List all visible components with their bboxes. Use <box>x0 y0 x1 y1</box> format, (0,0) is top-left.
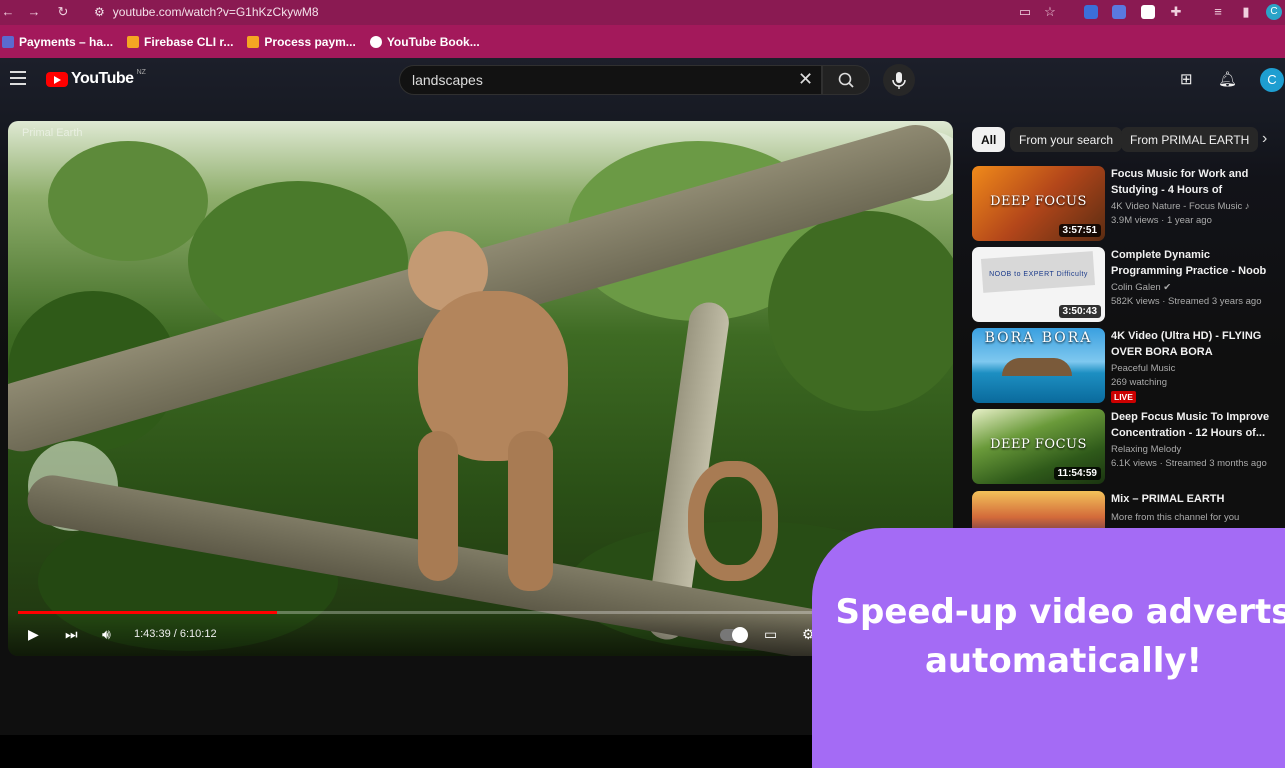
bookmark-label: Firebase CLI r... <box>144 34 234 49</box>
youtube-play-icon <box>46 71 68 87</box>
bookmark-item[interactable]: Payments – ha... <box>2 35 113 49</box>
firebase-icon <box>247 35 260 48</box>
bookmark-star-icon[interactable]: ☆ <box>1042 4 1058 20</box>
clear-search-icon[interactable]: ✕ <box>798 69 813 90</box>
channel-name[interactable]: 4K Video Nature - Focus Music ♪ <box>1111 201 1250 212</box>
video-meta: 3.9M views · 1 year ago <box>1111 215 1212 226</box>
promo-line: automatically! <box>924 641 1203 681</box>
chip-all[interactable]: All <box>972 127 1006 152</box>
account-avatar[interactable]: C <box>1260 68 1284 92</box>
thumbnail-text: DEEP FOCUS <box>990 437 1087 452</box>
voice-search-button[interactable] <box>883 64 915 96</box>
video-meta: 6.1K views · Streamed 3 months ago <box>1111 458 1267 469</box>
bookmark-item[interactable]: Firebase CLI r... <box>127 35 233 49</box>
address-bar[interactable]: ⚙ youtube.com/watch?v=G1hKzCkywM8 <box>82 2 1072 22</box>
reload-icon[interactable]: ↻ <box>55 4 71 20</box>
live-badge: LIVE <box>1111 391 1136 403</box>
side-panel-icon[interactable]: ▮ <box>1238 4 1254 20</box>
search-button[interactable] <box>822 65 870 95</box>
foliage-shape <box>768 211 953 411</box>
create-video-icon[interactable]: ⊞ <box>1180 70 1193 88</box>
chip-from-your-search[interactable]: From your search <box>1010 127 1123 152</box>
bookmark-label: Payments – ha... <box>19 34 114 49</box>
video-thumbnail[interactable]: BORA BORA <box>972 328 1105 403</box>
monkey-leg <box>508 431 553 591</box>
masthead: YouTube NZ landscapes ✕ ⊞ 🔔︎ C <box>0 58 1285 102</box>
extension-icon[interactable] <box>1141 5 1155 19</box>
channel-name[interactable]: Peaceful Music <box>1111 363 1175 374</box>
channel-name: More from this channel for you <box>1111 512 1240 523</box>
url-text: youtube.com/watch?v=G1hKzCkywM8 <box>112 5 319 19</box>
youtube-logo[interactable]: YouTube NZ <box>46 68 146 88</box>
site-settings-icon[interactable]: ⚙ <box>94 5 105 19</box>
foliage-shape <box>48 141 208 261</box>
thumbnail-text: DEEP FOCUS <box>990 194 1087 209</box>
bookmarks-bar: Payments – ha... Firebase CLI r... Proce… <box>0 25 1285 58</box>
bookmark-label: Process paym... <box>264 34 356 49</box>
logo-wordmark: YouTube <box>71 70 134 87</box>
channel-name[interactable]: Relaxing Melody <box>1111 444 1181 455</box>
video-title[interactable]: Complete Dynamic Programming Practice - … <box>1111 247 1276 279</box>
notifications-bell-icon[interactable]: 🔔︎ <box>1218 70 1237 88</box>
extensions-puzzle-icon[interactable]: ✚ <box>1168 4 1184 20</box>
monkey-leg <box>418 431 458 581</box>
microphone-icon <box>892 72 906 89</box>
chip-from-primal-earth[interactable]: From PRIMAL EARTH <box>1121 127 1259 152</box>
forward-icon[interactable]: → <box>26 4 42 19</box>
recommendation-item[interactable]: DEEP FOCUS 11:54:59 Deep Focus Music To … <box>972 409 1277 485</box>
play-icon[interactable]: ▶ <box>28 626 39 643</box>
promo-text: Speed-up video adverts automatically! <box>812 588 1285 686</box>
browser-profile-avatar[interactable]: C <box>1266 4 1282 20</box>
recommendation-item[interactable]: NOOB to EXPERT Difficulty 3:50:43 Comple… <box>972 247 1277 323</box>
region-code: NZ <box>136 68 146 76</box>
volume-icon[interactable]: 🔊︎ <box>102 626 111 643</box>
thumbnail-text: NOOB to EXPERT Difficulty <box>989 271 1088 278</box>
browser-toolbar: ← → ↻ ⚙ youtube.com/watch?v=G1hKzCkywM8 … <box>0 0 1285 25</box>
subtitles-icon[interactable]: ▭ <box>764 626 777 643</box>
channel-name[interactable]: Colin Galen ✔ <box>1111 282 1171 293</box>
recommendation-item[interactable]: BORA BORA 4K Video (Ultra HD) - FLYING O… <box>972 328 1277 404</box>
hamburger-menu-icon[interactable] <box>10 71 26 85</box>
video-duration: 11:54:59 <box>1053 467 1101 480</box>
video-title[interactable]: Deep Focus Music To Improve Concentratio… <box>1111 409 1276 441</box>
extension-icon[interactable] <box>1084 5 1098 19</box>
chevron-right-icon[interactable]: › <box>1262 130 1267 148</box>
search-query: landscapes <box>412 72 483 88</box>
monkey <box>388 231 778 591</box>
thumbnail-hut <box>1002 358 1072 376</box>
globe-icon <box>369 35 382 48</box>
cast-icon[interactable]: ▭ <box>1017 4 1033 20</box>
bookmark-item[interactable]: YouTube Book... <box>369 34 480 49</box>
thumbnail-text: BORA BORA <box>984 330 1093 346</box>
reading-list-icon[interactable]: ≡ <box>1210 4 1226 19</box>
video-title[interactable]: 4K Video (Ultra HD) - FLYING OVER BORA B… <box>1111 328 1276 360</box>
video-meta: 269 watching <box>1111 377 1167 388</box>
video-watermark: Primal Earth <box>22 127 83 139</box>
back-icon[interactable]: ← <box>0 4 16 19</box>
bookmark-item[interactable]: Process paym... <box>247 34 356 49</box>
video-thumbnail[interactable]: NOOB to EXPERT Difficulty 3:50:43 <box>972 247 1105 322</box>
autoplay-toggle[interactable] <box>720 627 748 643</box>
extension-icon[interactable] <box>1112 5 1126 19</box>
video-title[interactable]: Focus Music for Work and Studying - 4 Ho… <box>1111 166 1276 198</box>
recommendation-item[interactable]: DEEP FOCUS 3:57:51 Focus Music for Work … <box>972 166 1277 242</box>
time-display: 1:43:39 / 6:10:12 <box>134 628 217 640</box>
bookmark-favicon-icon <box>2 35 14 48</box>
video-duration: 3:50:43 <box>1058 305 1101 318</box>
video-thumbnail[interactable]: DEEP FOCUS 3:57:51 <box>972 166 1105 241</box>
video-title[interactable]: Mix – PRIMAL EARTH <box>1111 491 1276 507</box>
monkey-tail <box>688 461 778 581</box>
firebase-icon <box>127 35 140 48</box>
bookmark-label: YouTube Book... <box>386 34 480 49</box>
video-player[interactable]: Primal Earth ▶ ⏭︎ 🔊︎ 1:43:39 / 6:10:12 ▭… <box>8 121 953 656</box>
video-meta: 582K views · Streamed 3 years ago <box>1111 296 1262 307</box>
promo-line: Speed-up video adverts <box>835 592 1285 632</box>
video-thumbnail[interactable]: DEEP FOCUS 11:54:59 <box>972 409 1105 484</box>
search-icon <box>838 72 854 88</box>
next-video-icon[interactable]: ⏭︎ <box>65 626 78 643</box>
search-input[interactable]: landscapes <box>399 65 822 95</box>
video-duration: 3:57:51 <box>1058 224 1101 237</box>
promo-banner: Speed-up video adverts automatically! <box>812 528 1285 768</box>
